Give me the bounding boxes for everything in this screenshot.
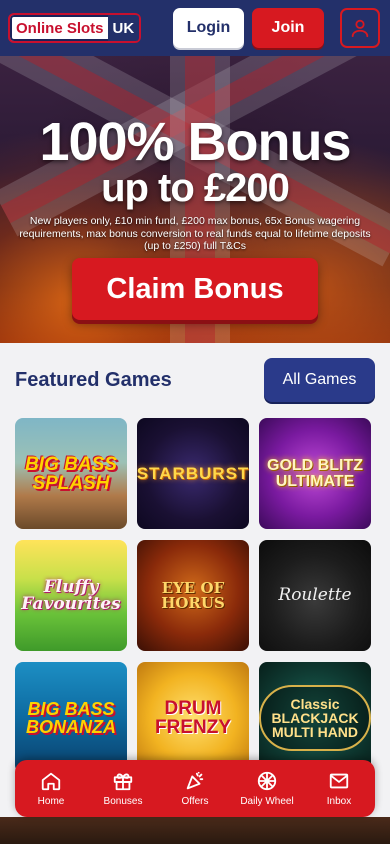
hero-title: 100% Bonus: [39, 112, 351, 172]
account-button[interactable]: [340, 8, 380, 48]
all-games-button[interactable]: All Games: [264, 358, 375, 402]
home-icon: [40, 770, 62, 792]
game-tile[interactable]: BIG BASS SPLASH: [15, 418, 127, 529]
top-header: Online Slots UK Login Join: [0, 0, 390, 56]
game-tile[interactable]: Roulette: [259, 540, 371, 651]
game-tile-name: STARBURST: [137, 464, 249, 483]
nav-item-home[interactable]: Home: [17, 770, 85, 807]
user-icon: [351, 19, 369, 38]
hero-subtitle: up to £200: [101, 166, 290, 210]
game-tile[interactable]: STARBURST: [137, 418, 249, 529]
game-tile-name: EYE OF HORUS: [161, 578, 225, 612]
game-tile[interactable]: Classic BLACKJACK MULTI HAND: [259, 662, 371, 773]
game-tile-name: Fluffy Favourites: [21, 576, 121, 614]
bottom-background-strip: [0, 817, 390, 844]
game-tile[interactable]: GOLD BLITZ ULTIMATE: [259, 418, 371, 529]
nav-item-inbox[interactable]: Inbox: [305, 770, 373, 807]
logo-text: Online Slots: [16, 19, 104, 37]
site-logo[interactable]: Online Slots UK: [8, 13, 142, 43]
login-button[interactable]: Login: [173, 8, 244, 48]
hero-terms[interactable]: New players only, £10 min fund, £200 max…: [14, 215, 376, 253]
games-grid: BIG BASS SPLASH STARBURST GOLD BLITZ ULT…: [15, 418, 376, 773]
nav-label: Daily Wheel: [240, 796, 294, 807]
nav-item-bonuses[interactable]: Bonuses: [89, 770, 157, 807]
game-tile-name: BIG BASS BONANZA: [26, 698, 116, 737]
game-tile[interactable]: BIG BASS BONANZA: [15, 662, 127, 773]
game-tile[interactable]: EYE OF HORUS: [137, 540, 249, 651]
game-tile-name: BIG BASS SPLASH: [25, 453, 117, 494]
nav-item-daily-wheel[interactable]: Daily Wheel: [233, 770, 301, 807]
game-tile[interactable]: Fluffy Favourites: [15, 540, 127, 651]
nav-label: Bonuses: [103, 796, 143, 807]
logo-badge: UK: [107, 15, 140, 41]
nav-label: Offers: [181, 796, 209, 807]
join-button[interactable]: Join: [252, 8, 324, 48]
featured-games-title: Featured Games: [15, 369, 172, 391]
gift-icon: [112, 770, 134, 792]
claim-bonus-button[interactable]: Claim Bonus: [72, 258, 318, 320]
hero-banner: 100% Bonus up to £200 New players only, …: [0, 56, 390, 343]
party-popper-icon: [184, 770, 206, 792]
game-tile-name: Roulette: [278, 585, 352, 605]
mail-icon: [328, 770, 350, 792]
nav-label: Home: [37, 796, 65, 807]
nav-label: Inbox: [326, 796, 352, 807]
wheel-icon: [256, 770, 278, 792]
game-tile[interactable]: DRUM FRENZY: [137, 662, 249, 773]
nav-item-offers[interactable]: Offers: [161, 770, 229, 807]
game-tile-name: Classic BLACKJACK MULTI HAND: [259, 684, 371, 751]
game-tile-name: DRUM FRENZY: [155, 697, 231, 738]
bottom-nav: Home Bonuses Offers Daily Wheel Inbox: [15, 760, 375, 817]
game-tile-name: GOLD BLITZ ULTIMATE: [267, 456, 363, 490]
